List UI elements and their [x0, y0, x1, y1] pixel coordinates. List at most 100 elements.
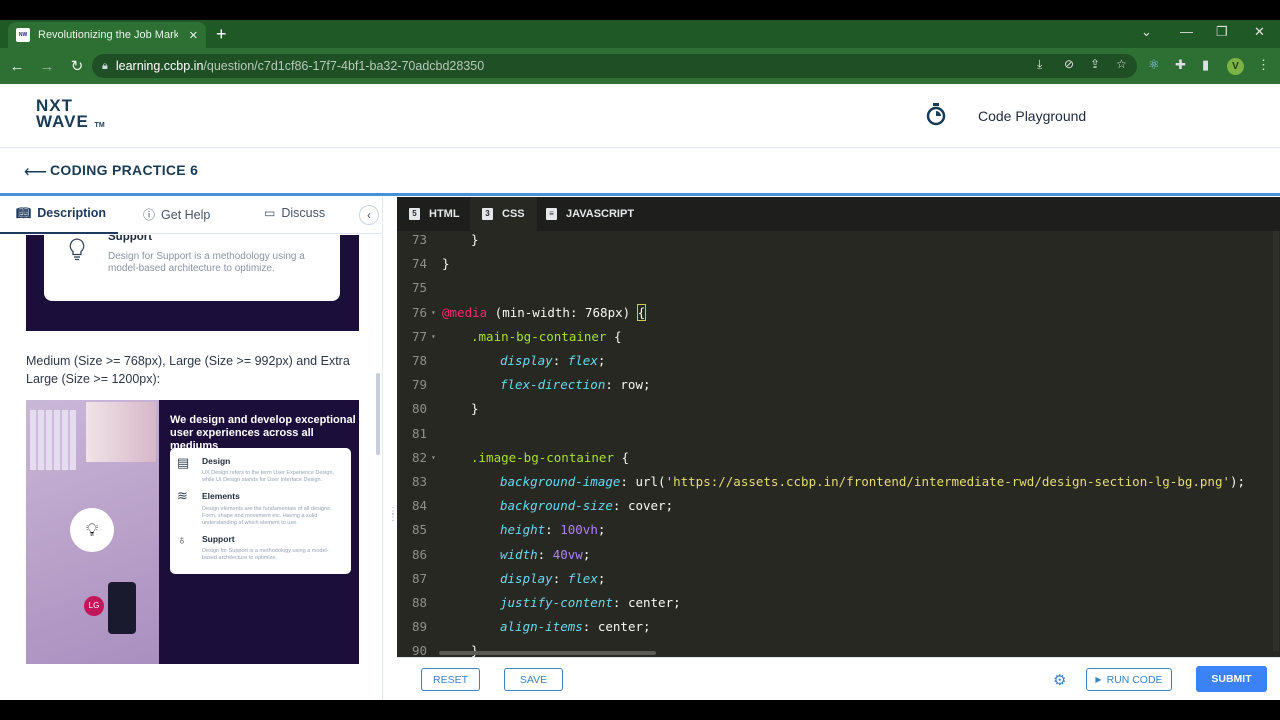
settings-gear-icon[interactable]: ⚙	[1053, 671, 1066, 689]
back-arrow-icon[interactable]: ←	[4, 58, 30, 75]
preview-item-title: Support	[202, 534, 235, 544]
tab-html[interactable]: 5 HTML	[397, 197, 472, 231]
line-number: 90	[411, 643, 427, 657]
back-arrow-icon[interactable]: ⟵	[24, 162, 47, 182]
code-line[interactable]: 85 height: 100vh;	[397, 518, 1267, 542]
editor-vertical-scrollbar[interactable]	[1273, 231, 1279, 651]
code-line[interactable]: 77 ▾ .main-bg-container {	[397, 325, 1267, 349]
tab-css[interactable]: 3 CSS	[470, 197, 537, 231]
code-token: (min-width: 768px)	[487, 304, 638, 320]
keyboard-photo-detail	[30, 410, 76, 470]
code-line[interactable]: 83 background-image: url('https://assets.…	[397, 470, 1267, 494]
bookmark-star-icon[interactable]: ☆	[1116, 57, 1127, 71]
code-line[interactable]: 82 ▾ .image-bg-container {	[397, 446, 1267, 470]
code-token: height	[500, 522, 546, 538]
problem-tabs: 📖︎ Description ⓘ Get Help ▭ Discuss ‹	[0, 197, 383, 234]
address-bar[interactable]: 🔒︎ learning.ccbp.in /question/c7d1cf86-1…	[92, 54, 1137, 78]
code-text: }	[442, 231, 479, 252]
fold-arrow-icon[interactable]: ▾	[431, 325, 436, 349]
profile-avatar[interactable]: V	[1227, 58, 1244, 75]
forward-arrow-icon[interactable]: →	[34, 58, 60, 75]
code-line[interactable]: 84 background-size: cover;	[397, 494, 1267, 518]
small-screen-preview-image: Support Design for Support is a methodol…	[26, 235, 359, 331]
tab-javascript[interactable]: ≡ JAVASCRIPT	[534, 197, 646, 231]
browser-toolbar: ← → ↻ 🔒︎ learning.ccbp.in /question/c7d1…	[0, 48, 1280, 84]
code-line[interactable]: 81	[397, 422, 1267, 446]
install-app-icon[interactable]: ⤓	[1037, 57, 1042, 72]
fold-arrow-icon[interactable]: ▾	[431, 446, 436, 470]
share-icon[interactable]: ⇪	[1090, 57, 1100, 71]
page-title: CODING PRACTICE 6	[50, 162, 199, 178]
run-code-button[interactable]: ▶ RUN CODE	[1086, 668, 1172, 691]
restore-icon[interactable]: ❐	[1216, 24, 1228, 40]
tab-description[interactable]: 📖︎ Description	[16, 206, 106, 220]
browser-menu-icon[interactable]: ⋮	[1257, 57, 1270, 73]
code-playground-link[interactable]: Code Playground	[978, 108, 1086, 124]
preview-item-desc: Design for Support is a methodology usin…	[202, 548, 329, 561]
fold-arrow-icon[interactable]: ▾	[431, 301, 436, 325]
tab-get-help-label: Get Help	[161, 207, 211, 222]
code-text: display: flex;	[442, 567, 605, 591]
line-number: 86	[411, 546, 427, 562]
code-line[interactable]: 76 ▾ @media (min-width: 768px) {	[397, 301, 1267, 325]
description-scrollbar[interactable]	[376, 373, 380, 455]
code-line[interactable]: 79 flex-direction: row;	[397, 373, 1267, 397]
tab-discuss[interactable]: ▭ Discuss	[264, 206, 325, 220]
code-token: @media	[442, 304, 488, 320]
lock-icon[interactable]: 🔒︎	[102, 60, 108, 73]
react-devtools-icon[interactable]: ⚛	[1148, 57, 1160, 73]
tab-css-label: CSS	[502, 208, 525, 220]
browser-tab[interactable]: NW Revolutionizing the Job Market | ✕	[8, 22, 206, 48]
code-line[interactable]: 87 display: flex;	[397, 567, 1267, 591]
code-area[interactable]: 73} 74} 75 76 ▾ @media (min-width: 768px) {77…	[397, 231, 1280, 657]
eye-off-icon[interactable]: ⊘	[1064, 57, 1074, 71]
editor-horizontal-scrollbar[interactable]	[439, 651, 656, 655]
code-token: {	[606, 328, 622, 344]
reload-icon[interactable]: ↻	[64, 57, 90, 75]
html5-icon: 5	[409, 208, 420, 220]
line-number: 89	[411, 619, 427, 635]
line-number: 80	[411, 401, 427, 417]
line-number: 88	[411, 595, 427, 610]
code-line[interactable]: 88 justify-content: center;	[397, 591, 1267, 615]
code-token: : url(	[620, 474, 666, 489]
code-token: 'https://assets.ccbp.in/frontend/interme…	[665, 474, 1231, 489]
browser-tab-strip: NW Revolutionizing the Job Market | ✕ + …	[0, 20, 1280, 48]
code-token: .image-bg-container	[471, 449, 614, 465]
tab-javascript-label: JAVASCRIPT	[566, 208, 635, 220]
collapse-panel-button[interactable]: ‹	[359, 205, 379, 225]
code-text: justify-content: center;	[442, 591, 681, 615]
code-token: }	[442, 256, 450, 272]
close-tab-icon[interactable]: ✕	[189, 29, 198, 42]
tab-get-help[interactable]: ⓘ Get Help	[143, 206, 210, 223]
save-button[interactable]: SAVE	[504, 668, 563, 691]
reset-button[interactable]: RESET	[421, 668, 480, 691]
url-path: /question/c7d1cf86-17f7-4bf1-ba32-70adcb…	[203, 59, 485, 73]
side-panel-icon[interactable]: ▮	[1202, 57, 1209, 73]
code-token: flex-direction	[500, 377, 606, 393]
tab-search-icon[interactable]: ⌄	[1141, 24, 1152, 40]
close-window-icon[interactable]: ✕	[1254, 24, 1265, 40]
code-token: : center;	[612, 595, 681, 610]
submit-button[interactable]: SUBMIT	[1196, 666, 1267, 692]
code-line[interactable]: 89 align-items: center;	[397, 615, 1267, 639]
description-scroll-area[interactable]: Support Design for Support is a methodol…	[0, 235, 383, 700]
lg-logo-sticker: LG	[84, 596, 104, 616]
code-line[interactable]: 86 width: 40vw;	[397, 543, 1267, 567]
code-line[interactable]: 80}	[397, 397, 1267, 421]
nxtwave-logo[interactable]: NXT WAVE TM	[36, 97, 105, 134]
js-file-icon: ≡	[546, 208, 557, 220]
code-line[interactable]: 78 display: flex;	[397, 349, 1267, 373]
extensions-puzzle-icon[interactable]: ✚	[1175, 57, 1186, 73]
code-line[interactable]: 75	[397, 276, 1267, 300]
minimize-icon[interactable]: —	[1180, 24, 1193, 39]
code-token: display	[500, 570, 553, 586]
new-tab-button[interactable]: +	[216, 22, 227, 46]
stopwatch-icon[interactable]	[925, 102, 947, 126]
code-text: .main-bg-container {	[442, 325, 622, 349]
code-line[interactable]: 73}	[397, 231, 1267, 252]
preview-item-desc: Design elements are the fundamentals of …	[202, 506, 332, 526]
line-number: 87	[411, 570, 427, 586]
line-number: 74	[411, 256, 427, 272]
code-line[interactable]: 74}	[397, 252, 1267, 276]
